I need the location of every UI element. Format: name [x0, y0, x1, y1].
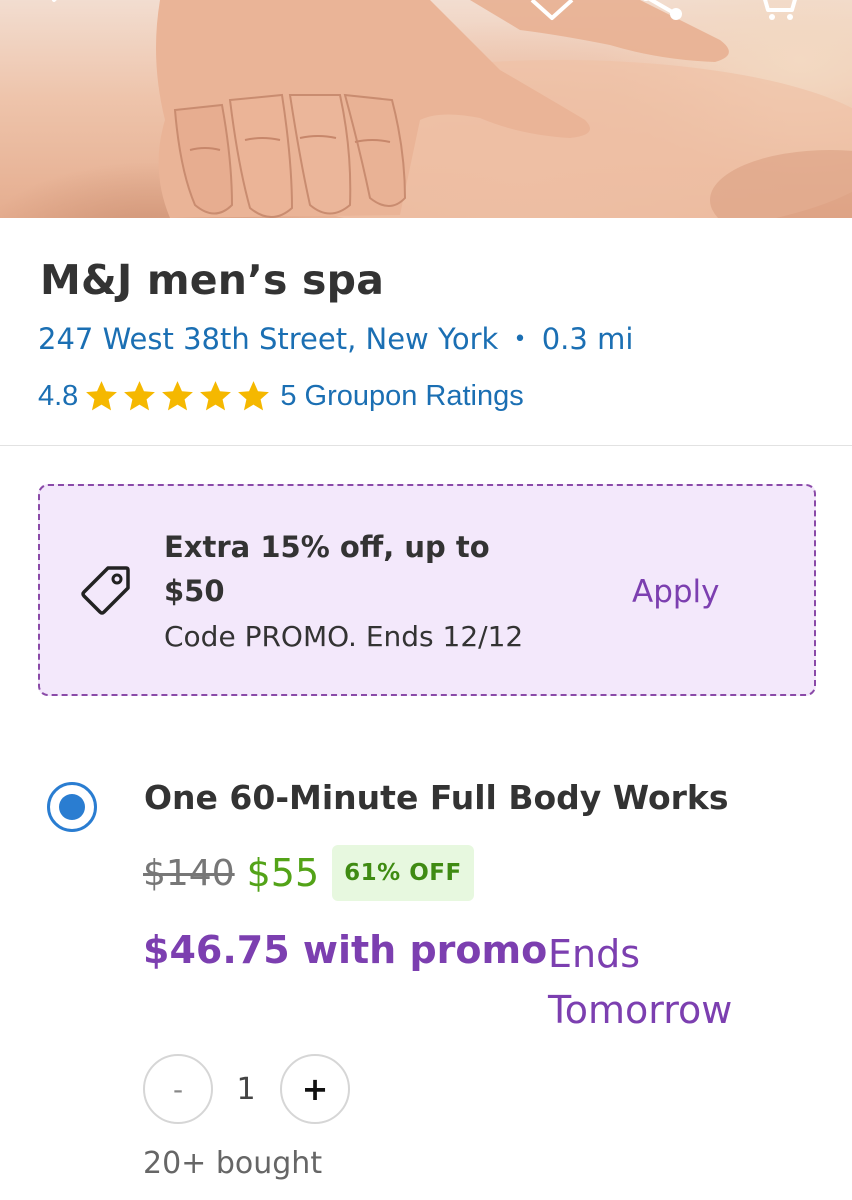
promo-ends-label: Ends	[548, 932, 641, 976]
ratings-link[interactable]: 5 Groupon Ratings	[280, 380, 523, 413]
option-radio-button[interactable]	[47, 782, 97, 832]
discount-badge: 61% OFF	[332, 845, 474, 901]
heart-icon[interactable]	[528, 0, 576, 22]
promo-headline: Extra 15% off, up to	[164, 530, 490, 564]
quantity-value: 1	[236, 1071, 256, 1107]
promo-ends-when: Tomorrow	[548, 988, 733, 1032]
ratings-row[interactable]: 4.8 5 Groupon Ratings	[38, 376, 524, 416]
address-text[interactable]: 247 West 38th Street, New York	[38, 322, 498, 356]
merchant-address-line[interactable]: 247 West 38th Street, New York • 0.3 mi	[38, 322, 633, 356]
distance-text: 0.3 mi	[541, 322, 634, 356]
deal-price: $55	[246, 851, 320, 895]
radio-selected-dot	[59, 794, 85, 820]
promo-banner[interactable]: Extra 15% off, up to $50 Code PROMO. End…	[38, 484, 816, 696]
hero-image	[0, 0, 852, 218]
separator-dot: •	[513, 327, 527, 352]
original-price: $140	[143, 852, 235, 894]
merchant-name: M&J men’s spa	[40, 256, 385, 304]
star-icon	[162, 380, 194, 410]
star-rating	[82, 378, 272, 415]
cart-icon[interactable]	[758, 0, 802, 22]
back-arrow-icon[interactable]	[40, 0, 80, 18]
promo-headline-cap: $50	[164, 574, 225, 608]
quantity-decrease-button[interactable]: -	[143, 1054, 213, 1124]
star-icon	[124, 380, 156, 410]
quantity-increase-button[interactable]: +	[280, 1054, 350, 1124]
tag-icon	[81, 566, 130, 615]
star-icon	[200, 380, 232, 410]
star-icon	[238, 380, 270, 410]
option-title[interactable]: One 60-Minute Full Body Works	[144, 778, 729, 817]
promo-price: $46.75 with promo	[143, 928, 548, 972]
apply-promo-button[interactable]: Apply	[632, 574, 720, 610]
star-icon	[86, 380, 118, 410]
bought-count: 20+ bought	[143, 1146, 323, 1181]
price-row: $140 $55 61% OFF	[143, 842, 474, 904]
promo-code-text: Code PROMO. Ends 12/12	[164, 620, 524, 653]
rating-value: 4.8	[38, 379, 79, 412]
share-icon[interactable]	[636, 0, 688, 26]
massage-photo	[156, 0, 852, 218]
section-divider	[0, 445, 852, 446]
